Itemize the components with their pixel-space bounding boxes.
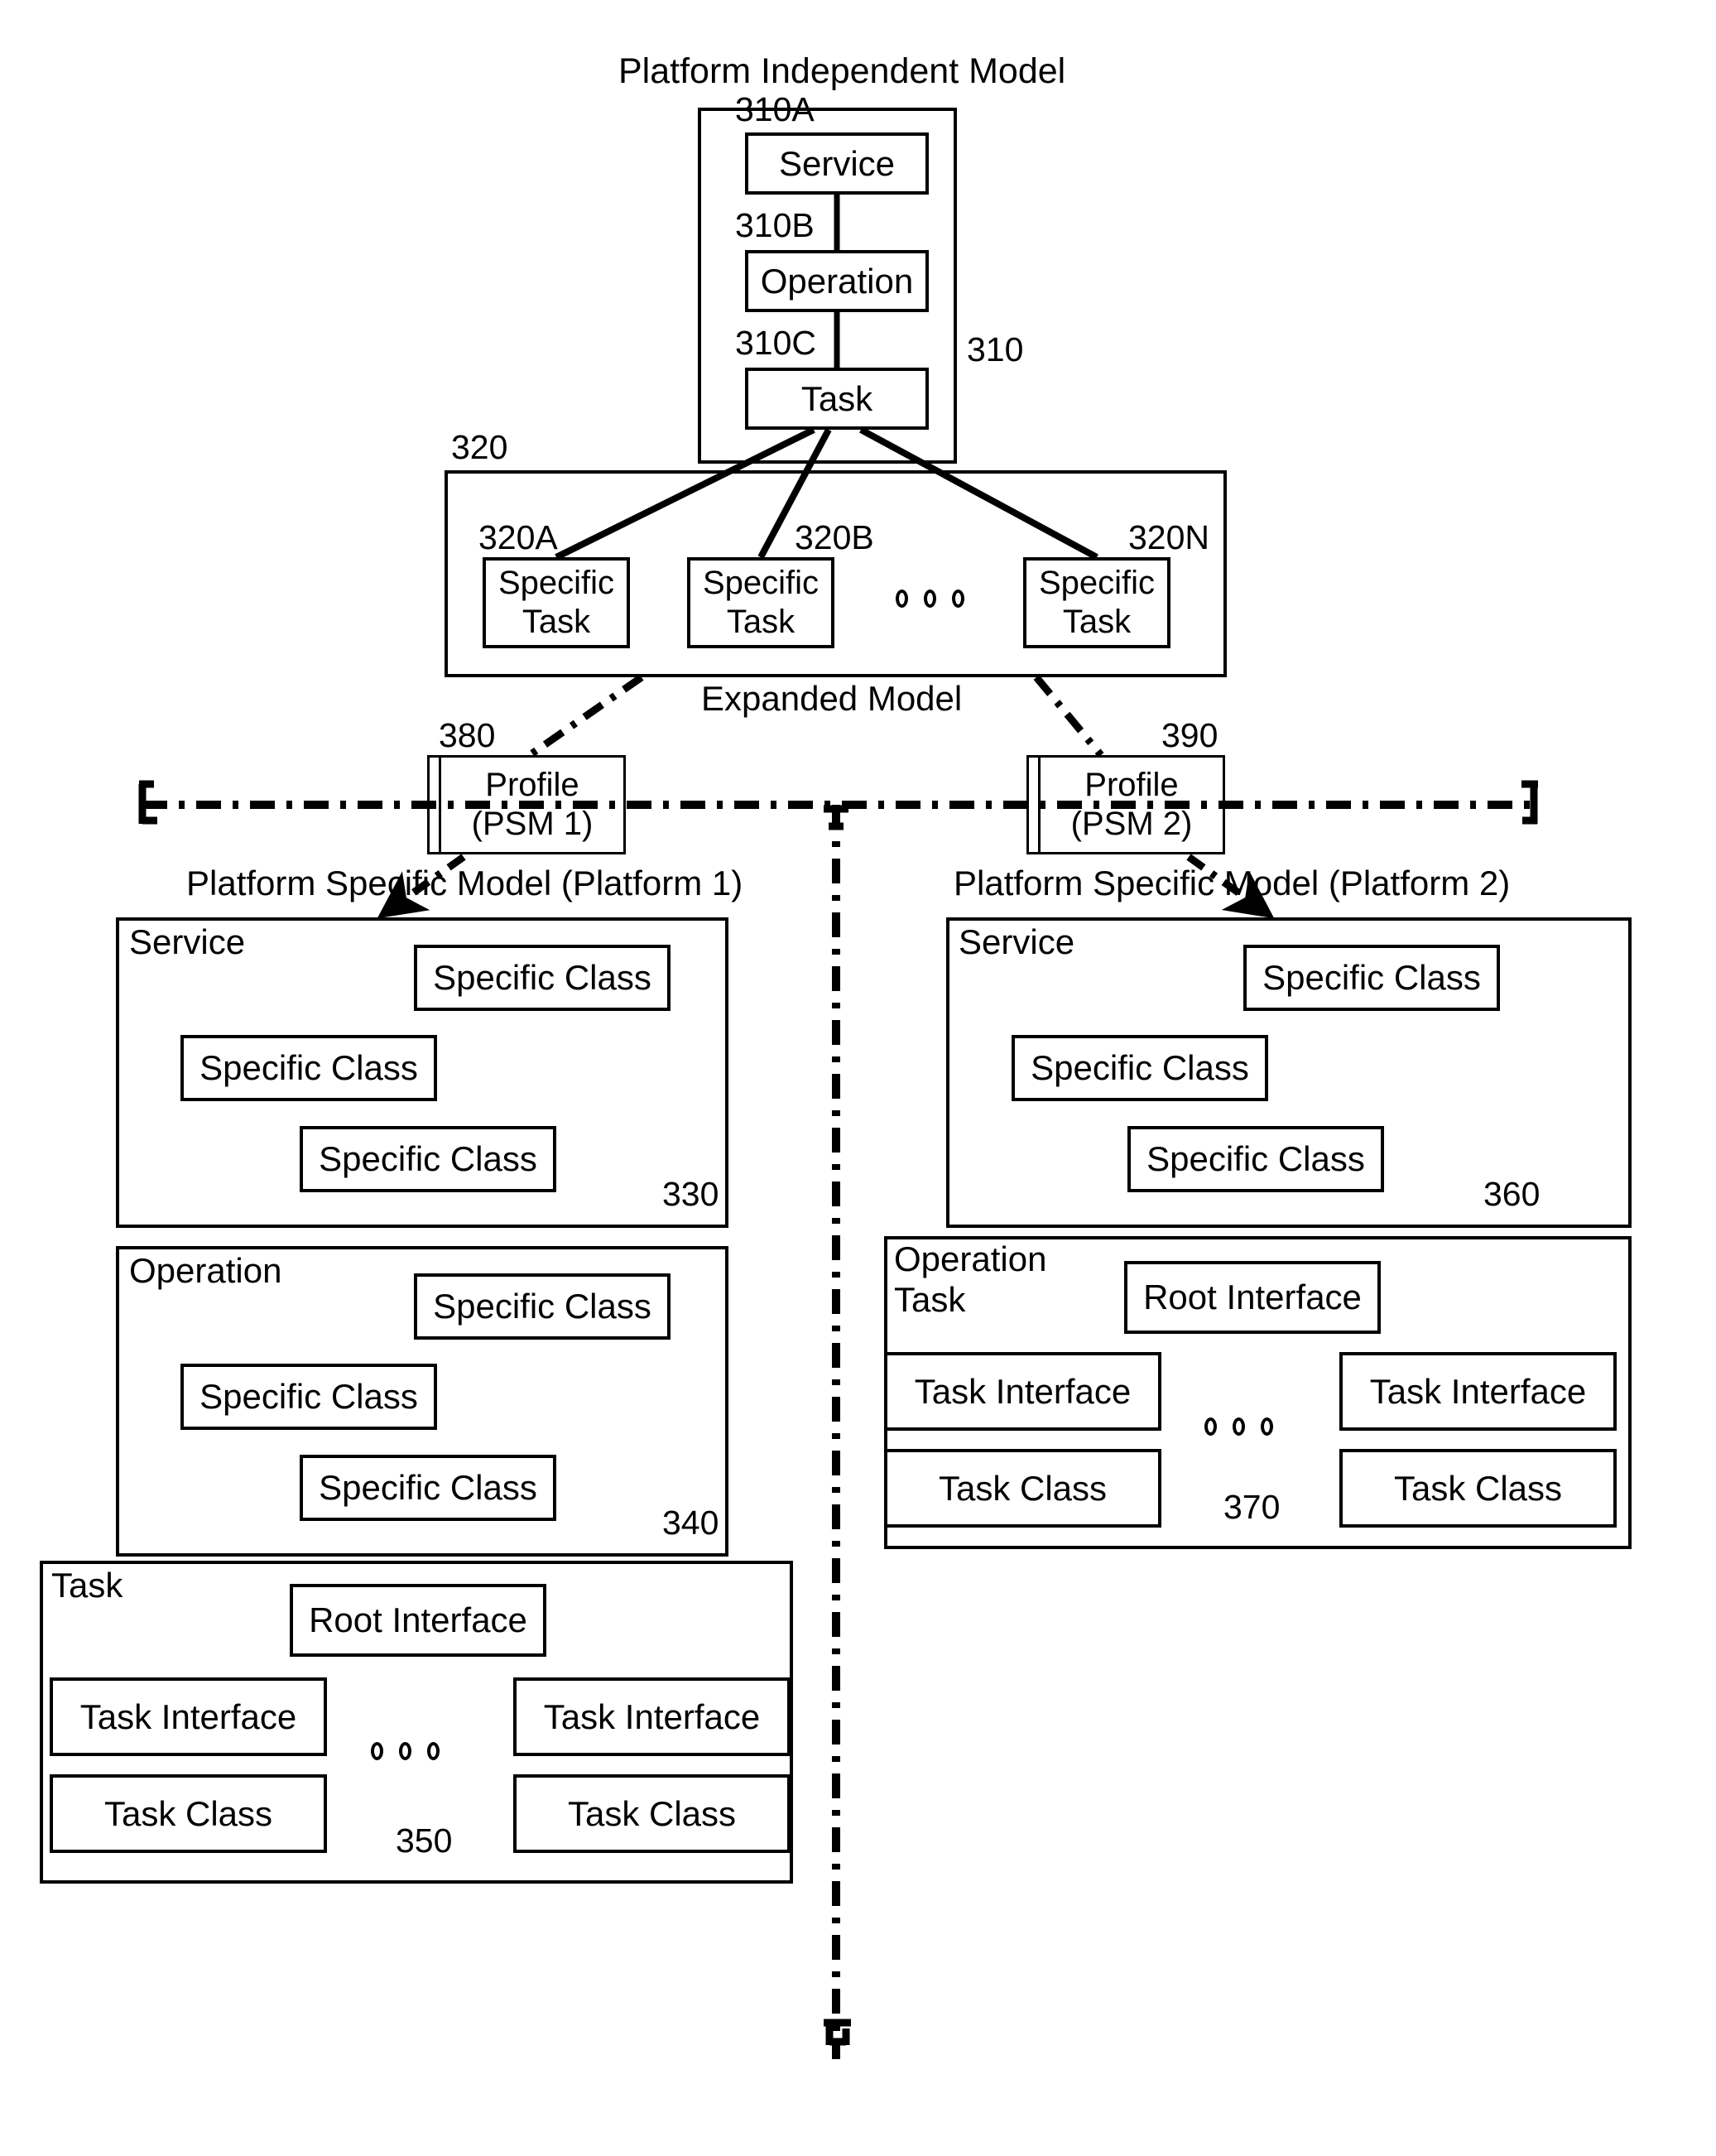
psm1-operation-class-1: Specific Class (414, 1273, 671, 1340)
psm1-task-class-2: Task Class (513, 1774, 791, 1853)
figure-canvas: Platform Independent Model 310 310A Serv… (0, 0, 1716, 2156)
specific-task-b: Specific Task (687, 557, 834, 648)
psm1-service-class-1-label: Specific Class (433, 958, 651, 998)
psm1-operation-class-3-label: Specific Class (319, 1468, 537, 1508)
psm1-task-class-1-label: Task Class (103, 1793, 273, 1833)
pim-node-service-label: Service (778, 143, 896, 183)
psm1-operation-class-2-label: Specific Class (199, 1377, 418, 1417)
psm1-operation-ref: 340 (662, 1504, 719, 1542)
psm2-service-class-3: Specific Class (1127, 1126, 1384, 1192)
psm1-service-class-1: Specific Class (414, 945, 671, 1011)
specific-task-b-label: Specific Task (702, 564, 820, 640)
pim-node-ref-310C: 310C (735, 324, 817, 362)
boundary-terminator-right (1521, 780, 1538, 825)
boundary-terminator-vertical-top (824, 805, 848, 830)
specific-task-ref-320B: 320B (795, 518, 874, 556)
psm2-task-class-2: Task Class (1339, 1449, 1617, 1528)
psm2-service-class-1-label: Specific Class (1262, 958, 1481, 998)
psm2-service-ref: 360 (1483, 1175, 1541, 1213)
psm1-title: Platform Specific Model (Platform 1) (186, 864, 743, 902)
psm1-service-class-3-label: Specific Class (319, 1139, 537, 1179)
boundary-terminator-left (138, 780, 157, 825)
psm2-task-class-2-label: Task Class (1393, 1468, 1563, 1508)
pim-node-ref-310B: 310B (735, 206, 815, 244)
psm2-task-class-1-label: Task Class (938, 1468, 1108, 1508)
psm2-operation-task-ref: 370 (1223, 1488, 1281, 1526)
psm1-operation-class-1-label: Specific Class (433, 1287, 651, 1326)
specific-task-a-label: Specific Task (497, 564, 615, 640)
pim-node-service: Service (745, 132, 929, 195)
psm1-task-interface-1: Task Interface (50, 1677, 327, 1756)
psm2-service-class-2-label: Specific Class (1031, 1048, 1249, 1088)
psm1-task-title: Task (51, 1566, 123, 1605)
psm1-service-class-2: Specific Class (180, 1035, 437, 1101)
psm1-task-ref: 350 (396, 1822, 453, 1860)
profile-1-box: Profile (PSM 1) (427, 755, 626, 854)
psm2-task-root-interface: Root Interface (1124, 1261, 1381, 1334)
psm2-service-class-2: Specific Class (1012, 1035, 1268, 1101)
pim-node-task: Task (745, 368, 929, 430)
specific-task-ref-320N: 320N (1128, 518, 1210, 556)
psm1-task-root-interface-label: Root Interface (309, 1600, 527, 1640)
pim-node-operation: Operation (745, 250, 929, 312)
psm2-title: Platform Specific Model (Platform 2) (954, 864, 1511, 902)
psm1-task-class-2-label: Task Class (567, 1793, 737, 1833)
specific-task-ref-320A: 320A (478, 518, 558, 556)
psm1-service-class-2-label: Specific Class (199, 1048, 418, 1088)
pim-ref: 310 (967, 330, 1024, 368)
psm2-service-class-1: Specific Class (1243, 945, 1500, 1011)
pim-node-task-label: Task (800, 378, 873, 418)
psm1-operation-class-3: Specific Class (300, 1455, 556, 1521)
psm1-service-ref: 330 (662, 1175, 719, 1213)
psm1-operation-class-2: Specific Class (180, 1364, 437, 1430)
psm2-task-interface-2: Task Interface (1339, 1352, 1617, 1431)
profile-2-box: Profile (PSM 2) (1026, 755, 1225, 854)
expanded-model-label: Expanded Model (701, 679, 963, 718)
expanded-model-ref: 320 (451, 428, 508, 466)
psm2-task-interface-1: Task Interface (884, 1352, 1161, 1431)
profile-2-ref: 390 (1161, 716, 1219, 754)
psm2-task-interface-1-label: Task Interface (914, 1371, 1132, 1411)
leader-expanded-to-profile-1 (527, 674, 644, 758)
psm1-operation-title: Operation (129, 1251, 282, 1290)
psm2-operation-task-title: Operation Task (894, 1239, 1047, 1319)
profile-1-label: Profile (PSM 1) (471, 766, 594, 842)
specific-task-n: Specific Task (1023, 557, 1170, 648)
leader-expanded-to-profile-2 (1033, 675, 1104, 758)
psm1-service-class-3: Specific Class (300, 1126, 556, 1192)
boundary-terminator-bottom (824, 2019, 851, 2046)
pim-node-ref-310A: 310A (735, 90, 815, 128)
psm1-task-interface-2-label: Task Interface (543, 1696, 761, 1736)
specific-task-n-label: Specific Task (1038, 564, 1156, 640)
profile-2-spine (1038, 758, 1041, 852)
profile-1-ref: 380 (439, 716, 496, 754)
psm2-task-class-1: Task Class (884, 1449, 1161, 1528)
expanded-ellipsis (896, 590, 964, 608)
psm1-service-title: Service (129, 922, 246, 961)
profile-2-label: Profile (PSM 2) (1070, 766, 1193, 842)
psm1-task-interface-2: Task Interface (513, 1677, 791, 1756)
psm1-task-class-1: Task Class (50, 1774, 327, 1853)
psm2-task-interface-2-label: Task Interface (1369, 1371, 1587, 1411)
specific-task-a: Specific Task (483, 557, 630, 648)
psm1-task-interface-1-label: Task Interface (79, 1696, 297, 1736)
psm1-task-ellipsis (371, 1742, 440, 1760)
pim-title: Platform Independent Model (618, 51, 1066, 91)
psm2-task-ellipsis (1204, 1417, 1273, 1436)
psm2-task-root-interface-label: Root Interface (1143, 1278, 1362, 1317)
psm2-service-title: Service (959, 922, 1075, 961)
pim-node-operation-label: Operation (760, 261, 914, 301)
psm1-task-root-interface: Root Interface (290, 1584, 546, 1657)
profile-1-spine (439, 758, 441, 852)
psm2-service-class-3-label: Specific Class (1146, 1139, 1365, 1179)
